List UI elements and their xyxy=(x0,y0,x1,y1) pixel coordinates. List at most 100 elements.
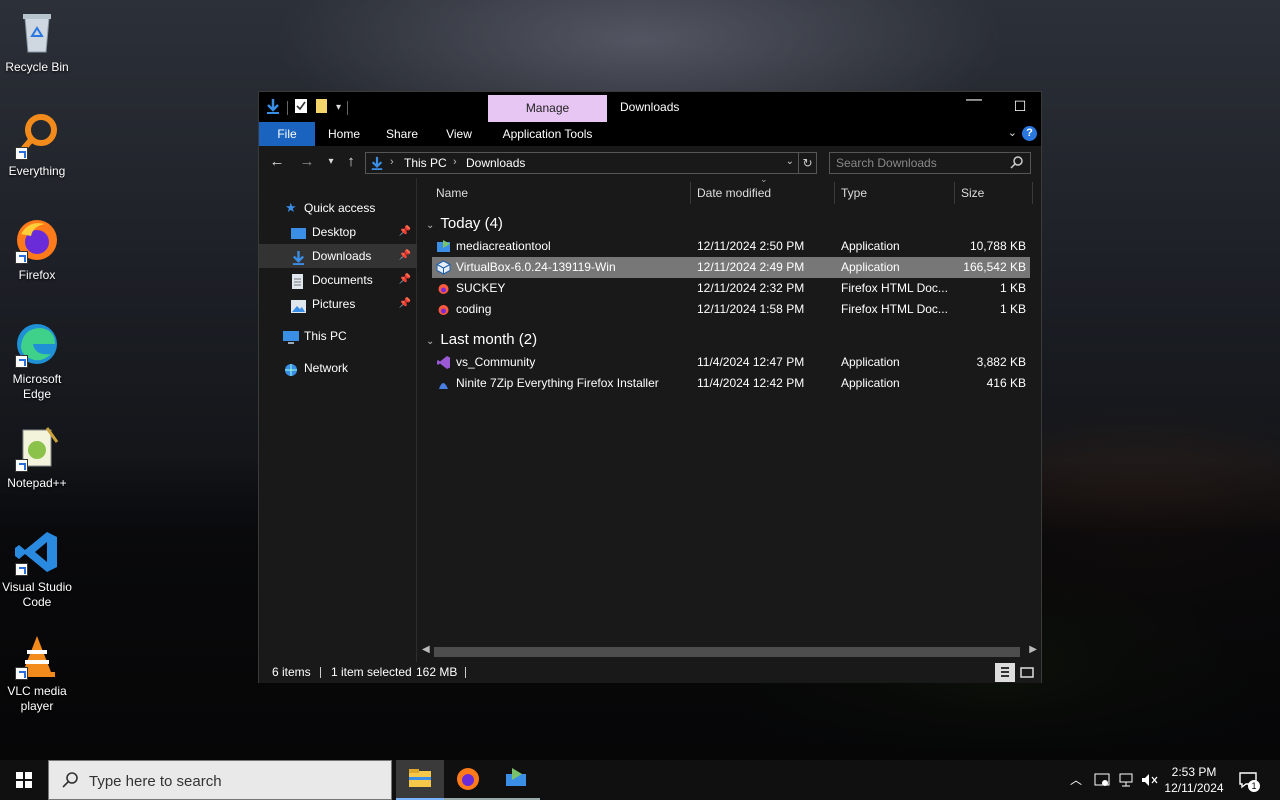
new-folder-icon[interactable] xyxy=(314,98,330,117)
file-size: 10,788 KB xyxy=(969,239,1026,253)
breadcrumb-this-pc[interactable]: This PC xyxy=(404,156,447,170)
up-arrow-icon: ↑ xyxy=(347,153,355,170)
taskbar-file-explorer[interactable] xyxy=(396,760,444,800)
table-row[interactable]: vs_Community 11/4/2024 12:47 PM Applicat… xyxy=(432,352,1030,373)
desktop-icon-label: VLC media player xyxy=(7,684,67,713)
network-tray-icon[interactable] xyxy=(1118,772,1134,800)
show-hidden-icons-chevron-icon[interactable]: ︿ xyxy=(1070,771,1082,800)
column-divider[interactable] xyxy=(954,182,955,204)
scroll-right-icon[interactable]: ▶ xyxy=(1029,644,1037,655)
desktop-icon-label: Firefox xyxy=(18,268,56,282)
file-type: Application xyxy=(841,260,900,274)
desktop-icon-everything[interactable]: Everything xyxy=(0,112,74,179)
tab-manage[interactable]: Manage xyxy=(488,95,607,122)
details-view-button[interactable] xyxy=(995,663,1015,682)
back-button[interactable]: ← xyxy=(267,153,287,171)
address-history-chevron-icon[interactable]: ⌄ xyxy=(786,156,794,167)
nav-quick-access[interactable]: ★ Quick access xyxy=(259,196,417,220)
nav-desktop[interactable]: Desktop 📌 xyxy=(259,220,417,244)
tab-home[interactable]: Home xyxy=(319,122,369,146)
taskbar-firefox[interactable] xyxy=(444,760,492,800)
file-size: 416 KB xyxy=(986,376,1026,390)
taskbar-search-box[interactable]: Type here to search xyxy=(48,760,392,800)
chevron-down-icon: ▾ xyxy=(328,156,334,167)
nav-this-pc[interactable]: This PC xyxy=(259,324,417,348)
column-header-type[interactable]: Type xyxy=(841,178,867,208)
table-row[interactable]: coding 12/11/2024 1:58 PM Firefox HTML D… xyxy=(432,299,1030,320)
documents-icon xyxy=(291,273,306,289)
taskbar-installer[interactable] xyxy=(492,760,540,800)
up-button[interactable]: ↑ xyxy=(341,153,361,171)
search-icon[interactable] xyxy=(1010,155,1024,172)
tab-application-tools[interactable]: Application Tools xyxy=(488,122,607,146)
column-divider[interactable] xyxy=(1032,182,1033,204)
column-divider[interactable] xyxy=(690,182,691,204)
search-box[interactable] xyxy=(829,152,1031,174)
horizontal-scrollbar[interactable]: ◀ ▶ xyxy=(418,643,1041,660)
file-size: 1 KB xyxy=(999,281,1026,295)
scroll-left-icon[interactable]: ◀ xyxy=(422,644,430,655)
forward-button[interactable]: → xyxy=(297,153,317,171)
expand-ribbon-chevron-icon[interactable]: ⌄ xyxy=(1008,126,1017,139)
table-row[interactable]: mediacreationtool 12/11/2024 2:50 PM App… xyxy=(432,236,1030,257)
customize-toolbar-chevron-icon[interactable]: ▾ xyxy=(336,102,341,113)
selected-count: 1 item selected xyxy=(331,665,412,679)
tab-file[interactable]: File xyxy=(259,122,315,146)
breadcrumb-separator-icon: › xyxy=(390,156,394,168)
pin-icon[interactable]: 📌 xyxy=(399,268,411,292)
desktop-icon-label: Everything xyxy=(8,164,66,178)
status-divider xyxy=(320,667,321,678)
firefox-icon xyxy=(457,768,479,790)
file-size: 166,542 KB xyxy=(963,260,1026,274)
download-arrow-icon xyxy=(291,249,306,265)
scrollbar-thumb[interactable] xyxy=(434,647,1020,657)
desktop-icon-vscode[interactable]: Visual Studio Code xyxy=(0,528,74,610)
file-type: Application xyxy=(841,376,900,390)
recent-locations-button[interactable]: ▾ xyxy=(321,153,341,171)
desktop-icon-firefox[interactable]: Firefox xyxy=(0,216,74,283)
group-header-last-month[interactable]: ⌄ Last month (2) xyxy=(426,328,537,352)
tab-view[interactable]: View xyxy=(434,122,484,146)
address-bar[interactable]: › This PC › Downloads ⌄ ↻ xyxy=(365,152,817,174)
properties-icon[interactable] xyxy=(294,98,308,117)
column-header-size[interactable]: Size xyxy=(961,178,984,208)
tab-share[interactable]: Share xyxy=(377,122,427,146)
table-row-selected[interactable]: VirtualBox-6.0.24-139119-Win 12/11/2024 … xyxy=(432,257,1030,278)
file-date: 11/4/2024 12:42 PM xyxy=(697,376,805,390)
large-icons-view-button[interactable] xyxy=(1017,663,1037,682)
back-arrow-icon: ← xyxy=(269,153,285,170)
column-divider[interactable] xyxy=(834,182,835,204)
help-icon[interactable]: ? xyxy=(1022,126,1037,141)
nav-downloads[interactable]: Downloads 📌 xyxy=(259,244,417,268)
pin-icon[interactable]: 📌 xyxy=(399,220,411,244)
column-header-name[interactable]: Name xyxy=(436,178,468,208)
file-size: 3,882 KB xyxy=(976,355,1026,369)
desktop-icon-vlc[interactable]: VLC media player xyxy=(0,632,74,714)
system-clock[interactable]: 2:53 PM 12/11/2024 xyxy=(1158,764,1230,796)
group-title: Last month (2) xyxy=(440,331,538,348)
desktop-icon-recycle-bin[interactable]: Recycle Bin xyxy=(0,8,74,75)
nav-pictures[interactable]: Pictures 📌 xyxy=(259,292,417,316)
minimize-button[interactable]: — xyxy=(951,85,997,115)
recycle-bin-icon xyxy=(13,8,61,56)
search-input[interactable] xyxy=(836,155,1006,171)
start-button[interactable] xyxy=(0,760,48,800)
selected-size: 162 MB xyxy=(416,665,458,679)
pin-icon[interactable]: 📌 xyxy=(399,292,411,316)
security-tray-icon[interactable] xyxy=(1094,772,1110,800)
group-header-today[interactable]: ⌄ Today (4) xyxy=(426,212,503,236)
toolbar-separator xyxy=(347,100,349,115)
desktop-icon-edge[interactable]: Microsoft Edge xyxy=(0,320,74,402)
nav-network[interactable]: Network xyxy=(259,356,417,380)
table-row[interactable]: SUCKEY 12/11/2024 2:32 PM Firefox HTML D… xyxy=(432,278,1030,299)
file-name: vs_Community xyxy=(456,355,536,369)
pin-icon[interactable]: 📌 xyxy=(399,244,411,268)
volume-muted-icon[interactable] xyxy=(1141,772,1159,800)
notifications-button[interactable]: 1 xyxy=(1238,770,1260,800)
breadcrumb-downloads[interactable]: Downloads xyxy=(466,156,525,170)
table-row[interactable]: Ninite 7Zip Everything Firefox Installer… xyxy=(432,373,1030,394)
file-name: mediacreationtool xyxy=(456,239,551,253)
refresh-icon[interactable]: ↻ xyxy=(798,153,816,173)
nav-documents[interactable]: Documents 📌 xyxy=(259,268,417,292)
desktop-icon-notepadpp[interactable]: Notepad++ xyxy=(0,424,74,491)
